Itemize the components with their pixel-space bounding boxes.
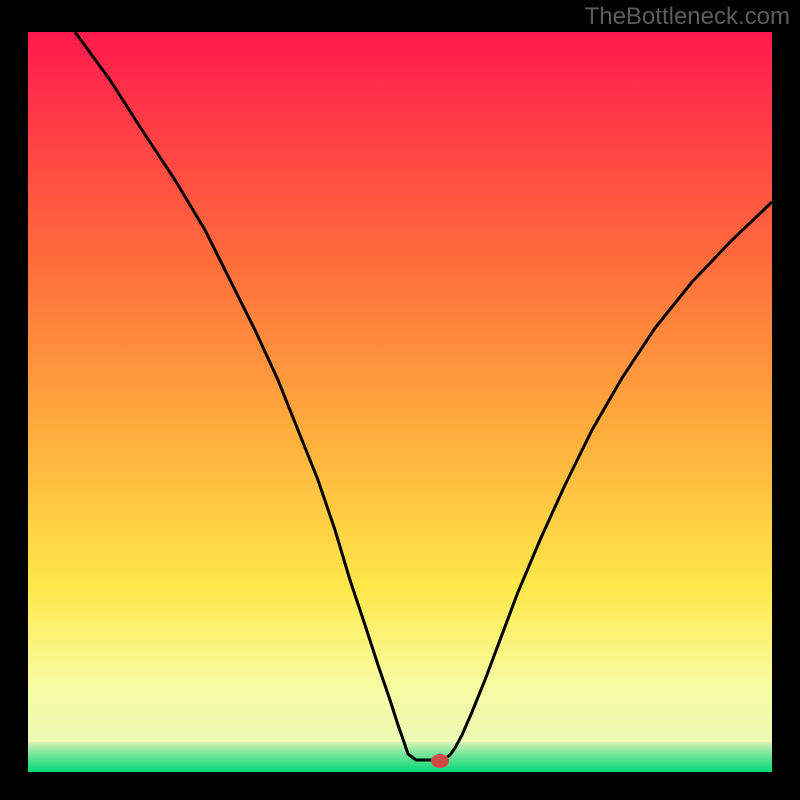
plot-background (28, 32, 772, 772)
chart-container: TheBottleneck.com (0, 0, 800, 800)
chart-svg (0, 0, 800, 800)
minimum-marker (431, 754, 449, 768)
brand-watermark: TheBottleneck.com (585, 3, 790, 31)
green-band (28, 742, 772, 772)
